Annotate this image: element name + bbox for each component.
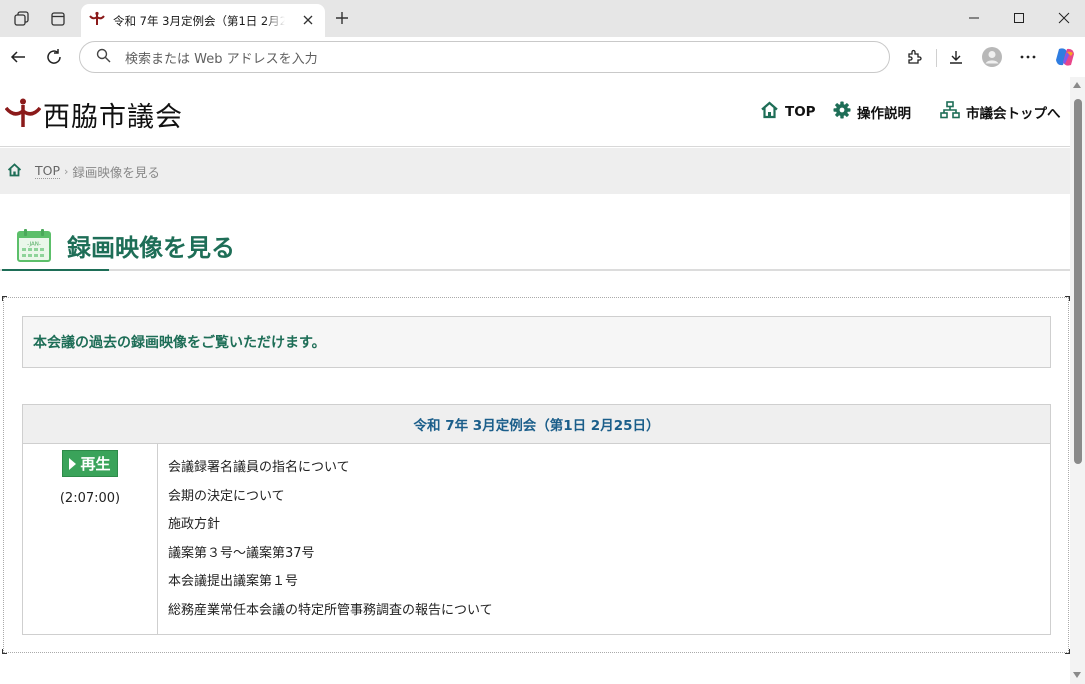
frame-corner <box>2 649 7 654</box>
agenda-item: 議案第３号～議案第37号 <box>168 545 315 561</box>
city-emblem-icon <box>4 98 42 132</box>
site-header: 西脇市議会 TOP 操作説明 市議会トップへ <box>0 77 1070 147</box>
maximize-icon[interactable] <box>996 0 1042 36</box>
copilot-icon[interactable] <box>1051 43 1079 71</box>
breadcrumb: TOP › 録画映像を見る <box>0 148 1070 194</box>
close-window-icon[interactable] <box>1041 0 1085 36</box>
extensions-icon[interactable] <box>900 43 928 71</box>
nav-council-top-link[interactable]: 市議会トップへ <box>940 101 1061 123</box>
nav-council-top-label: 市議会トップへ <box>966 106 1061 122</box>
nav-help-label: 操作説明 <box>857 106 911 122</box>
more-menu-icon[interactable] <box>1014 43 1042 71</box>
page-title-section: -JAN- 録画映像を見る <box>0 194 1070 271</box>
tab-title: 令和 7年 3月定例会（第1日 2月25日） <box>113 13 285 28</box>
browser-tab-bar: 令和 7年 3月定例会（第1日 2月25日） <box>0 0 1085 37</box>
site-favicon-icon <box>89 11 105 31</box>
nav-help-link[interactable]: 操作説明 <box>833 101 911 123</box>
agenda-item: 会期の決定について <box>168 488 285 504</box>
calendar-icon: -JAN- <box>17 228 51 266</box>
agenda-item: 会議録署名議員の指名について <box>168 460 350 475</box>
session-title: 令和 7年 3月定例会（第1日 2月25日） <box>23 405 1050 444</box>
browser-toolbar: 検索または Web アドレスを入力 <box>0 37 1085 77</box>
site-logo-text: 西脇市議会 <box>43 102 183 133</box>
workspaces-icon[interactable] <box>7 4 37 34</box>
breadcrumb-current: 録画映像を見る <box>72 164 160 180</box>
gear-icon <box>833 101 851 123</box>
content-frame: 本会議の過去の録画映像をご覧いただけます。 令和 7年 3月定例会（第1日 2月… <box>2 296 1070 654</box>
frame-corner <box>2 296 7 301</box>
video-duration: (2:07:00) <box>59 491 121 506</box>
play-button-label: 再生 <box>80 455 111 473</box>
toolbar-separator <box>936 49 937 67</box>
breadcrumb-top-link[interactable]: TOP <box>35 163 61 179</box>
play-column: 再生 (2:07:00) <box>23 444 158 634</box>
breadcrumb-separator: › <box>64 164 69 178</box>
browser-tab-active[interactable]: 令和 7年 3月定例会（第1日 2月25日） <box>81 4 325 37</box>
notice-box: 本会議の過去の録画映像をご覧いただけます。 <box>22 316 1051 368</box>
session-row: 再生 (2:07:00) 会議録署名議員の指名について 会期の決定について 施政… <box>23 444 1050 634</box>
agenda-list: 会議録署名議員の指名について 会期の決定について 施政方針 議案第３号～議案第3… <box>158 444 493 634</box>
breadcrumb-home-icon[interactable] <box>7 162 22 180</box>
close-tab-icon[interactable] <box>299 11 317 29</box>
download-icon[interactable] <box>942 43 970 71</box>
refresh-icon[interactable] <box>40 43 68 71</box>
minimize-icon[interactable] <box>951 0 997 36</box>
agenda-item: 本会議提出議案第１号 <box>168 574 299 590</box>
play-icon <box>69 457 77 470</box>
calendar-icon-label: -JAN- <box>27 242 41 248</box>
session-table: 令和 7年 3月定例会（第1日 2月25日） 再生 (2:07:00) 会議録署… <box>22 404 1051 635</box>
site-logo[interactable]: 西脇市議会 <box>4 95 183 134</box>
sitemap-icon <box>940 101 960 123</box>
play-button[interactable]: 再生 <box>62 450 118 477</box>
search-icon <box>96 48 111 67</box>
title-accent-underline <box>2 269 109 271</box>
page-title: 録画映像を見る <box>67 234 235 262</box>
address-bar[interactable]: 検索または Web アドレスを入力 <box>79 41 890 73</box>
scroll-up-arrow-icon[interactable] <box>1073 82 1081 88</box>
new-tab-icon[interactable] <box>328 4 356 32</box>
tab-actions-icon[interactable] <box>43 4 73 34</box>
scrollbar-thumb[interactable] <box>1074 99 1082 464</box>
agenda-item: 施政方針 <box>168 517 221 533</box>
scroll-down-arrow-icon[interactable] <box>1073 672 1081 678</box>
back-arrow-icon[interactable] <box>4 43 32 71</box>
agenda-item: 総務産業常任本会議の特定所管事務調査の報告について <box>168 602 493 618</box>
nav-top-link[interactable]: TOP <box>760 101 816 123</box>
page-scrollbar[interactable] <box>1070 77 1085 684</box>
page-viewport: 西脇市議会 TOP 操作説明 市議会トップへ TOP › 録画映像を見る -JA… <box>0 77 1070 684</box>
address-placeholder: 検索または Web アドレスを入力 <box>125 51 318 67</box>
profile-avatar-icon[interactable] <box>978 43 1006 71</box>
nav-top-label: TOP <box>785 104 816 120</box>
home-icon <box>760 101 779 123</box>
